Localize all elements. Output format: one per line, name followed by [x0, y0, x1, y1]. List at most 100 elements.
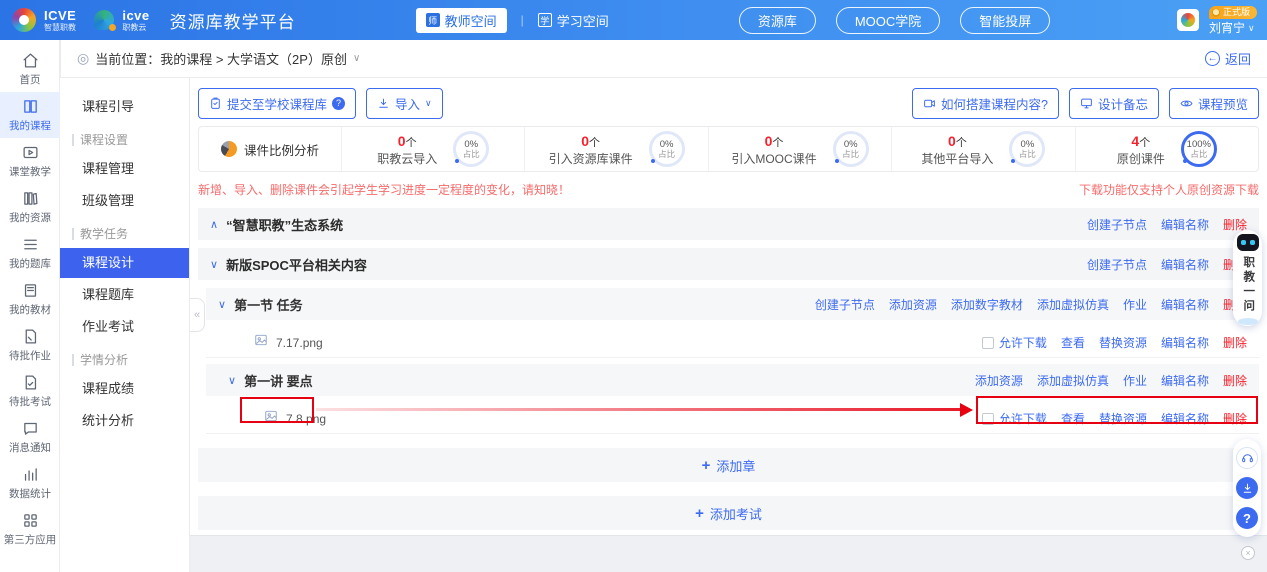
stat-cell-other-platform: 0个 其他平台导入 0% 占比: [891, 127, 1074, 171]
chevron-down-icon[interactable]: ∨: [210, 258, 218, 271]
create-child-node-link[interactable]: 创建子节点: [1087, 256, 1147, 273]
sidebar-item-statistics[interactable]: 数据统计: [0, 460, 60, 506]
add-virtual-simulation-link[interactable]: 添加虚拟仿真: [1037, 296, 1109, 313]
edit-name-link[interactable]: 编辑名称: [1161, 256, 1209, 273]
chevron-down-icon[interactable]: ∨: [218, 298, 226, 311]
add-chapter-row[interactable]: + 添加章: [198, 448, 1259, 482]
sidebar-item-my-resources[interactable]: 我的资源: [0, 184, 60, 230]
tree-row-resource: 7.17.png 允许下载 查看 替换资源 编辑名称 删除: [206, 328, 1259, 358]
zjy-leaf-logo-icon: [94, 10, 114, 30]
create-child-node-link[interactable]: 创建子节点: [815, 296, 875, 313]
edit-name-link[interactable]: 编辑名称: [1161, 410, 1209, 427]
submenu-course-question-bank[interactable]: 课程题库: [60, 280, 189, 310]
student-space-label: 学习空间: [557, 11, 609, 30]
edit-name-link[interactable]: 编辑名称: [1161, 372, 1209, 389]
floating-action-stack: ?: [1233, 439, 1261, 537]
student-space-tab[interactable]: 学 学习空间: [538, 11, 609, 30]
add-resource-link[interactable]: 添加资源: [889, 296, 937, 313]
chevron-down-icon[interactable]: ∨: [228, 374, 236, 387]
homework-link[interactable]: 作业: [1123, 372, 1147, 389]
chevron-down-icon[interactable]: ∨: [353, 53, 360, 64]
add-resource-link[interactable]: 添加资源: [975, 372, 1023, 389]
image-file-icon: [254, 333, 268, 352]
stat-cell-mooc: 0个 引入MOOC课件 0% 占比: [708, 127, 891, 171]
stats-analysis-label: 课件比例分析: [244, 140, 319, 159]
download-center-button[interactable]: [1236, 477, 1258, 499]
chapter-title: “智慧职教”生态系统: [226, 215, 343, 234]
sidebar-item-pending-homework[interactable]: 待批作业: [0, 322, 60, 368]
assistant-widget[interactable]: 职教一问: [1233, 230, 1262, 326]
edit-name-link[interactable]: 编辑名称: [1161, 216, 1209, 233]
how-to-build-content-button[interactable]: 如何搭建课程内容?: [912, 88, 1059, 119]
import-dropdown-button[interactable]: 导入 ∨: [366, 88, 443, 119]
submit-to-school-library-button[interactable]: 提交至学校课程库 ?: [198, 88, 356, 119]
edition-badge: 正式版: [1209, 6, 1257, 19]
back-button[interactable]: ← 返回: [1205, 49, 1251, 68]
view-link[interactable]: 查看: [1061, 334, 1085, 351]
design-memo-button[interactable]: 设计备忘: [1069, 88, 1159, 119]
cloud-decoration-icon: [1238, 318, 1258, 325]
subsection-title: 第一讲 要点: [244, 371, 313, 390]
brand-secondary-sub: 职教云: [122, 24, 149, 32]
tree-row-chapter: ∧ “智慧职教”生态系统 创建子节点 编辑名称 删除: [198, 208, 1259, 240]
question-bank-icon: [22, 236, 39, 253]
chevron-up-icon[interactable]: ∧: [210, 218, 218, 231]
tree-row-subsection: ∨ 第一讲 要点 添加资源 添加虚拟仿真 作业 编辑名称 删除: [206, 364, 1259, 396]
sidebar-item-classroom-teaching[interactable]: 课堂教学: [0, 138, 60, 184]
submenu-course-management[interactable]: 课程管理: [60, 154, 189, 184]
submenu-homework-exams[interactable]: 作业考试: [60, 312, 189, 342]
location-pin-icon: ◎: [77, 50, 89, 67]
customer-service-button[interactable]: [1236, 447, 1258, 469]
delete-link[interactable]: 删除: [1223, 410, 1247, 427]
submenu-group-course-settings: 课程设置: [60, 126, 189, 154]
delete-link[interactable]: 删除: [1223, 334, 1247, 351]
allow-download-checkbox[interactable]: 允许下载: [982, 334, 1047, 351]
footer-strip: [190, 535, 1267, 572]
edit-name-link[interactable]: 编辑名称: [1161, 334, 1209, 351]
sidebar-item-notifications[interactable]: 消息通知: [0, 414, 60, 460]
submenu-course-guide[interactable]: 课程引导: [60, 92, 189, 122]
percent-ring: 0% 占比: [649, 131, 685, 167]
avatar[interactable]: [1177, 9, 1199, 31]
replace-resource-link[interactable]: 替换资源: [1099, 334, 1147, 351]
sidebar-item-question-bank[interactable]: 我的题库: [0, 230, 60, 276]
add-exam-row[interactable]: + 添加考试: [198, 496, 1259, 530]
sidebar-item-pending-exams[interactable]: 待批考试: [0, 368, 60, 414]
view-link[interactable]: 查看: [1061, 410, 1085, 427]
sidebar-item-textbooks[interactable]: 我的教材: [0, 276, 60, 322]
user-menu[interactable]: 刘宵宁 ∨: [1209, 22, 1255, 34]
teacher-space-tab[interactable]: 师 教师空间: [416, 8, 507, 33]
monitor-icon: [1080, 97, 1093, 110]
stat-cell-resource-lib: 0个 引入资源库课件 0% 占比: [524, 127, 707, 171]
replace-resource-link[interactable]: 替换资源: [1099, 410, 1147, 427]
mooc-college-button[interactable]: MOOC学院: [836, 7, 940, 34]
create-child-node-link[interactable]: 创建子节点: [1087, 216, 1147, 233]
help-tooltip-icon[interactable]: ?: [332, 97, 345, 110]
add-virtual-simulation-link[interactable]: 添加虚拟仿真: [1037, 372, 1109, 389]
submenu-course-grades[interactable]: 课程成绩: [60, 374, 189, 404]
help-button[interactable]: ?: [1236, 507, 1258, 529]
resource-library-button[interactable]: 资源库: [739, 7, 816, 34]
breadcrumb[interactable]: 我的课程 > 大学语文（2P）原创: [160, 49, 347, 68]
homework-link[interactable]: 作业: [1123, 296, 1147, 313]
smart-cast-button[interactable]: 智能投屏: [960, 7, 1050, 34]
edit-name-link[interactable]: 编辑名称: [1161, 296, 1209, 313]
tree-row-resource-highlighted: 7.8.png 允许下载 查看 替换资源 编辑名称 删除: [206, 404, 1259, 434]
add-digital-textbook-link[interactable]: 添加数字教材: [951, 296, 1023, 313]
home-icon: [22, 52, 39, 69]
submenu-course-design[interactable]: 课程设计: [60, 248, 189, 278]
submenu-class-management[interactable]: 班级管理: [60, 186, 189, 216]
student-space-icon: 学: [538, 13, 552, 27]
sidebar-item-my-courses[interactable]: 我的课程: [0, 92, 60, 138]
username-label: 刘宵宁: [1209, 22, 1245, 34]
delete-link[interactable]: 删除: [1223, 372, 1247, 389]
avatar-logo-icon: [1181, 13, 1195, 27]
sidebar-collapse-button[interactable]: «: [190, 298, 205, 332]
course-preview-button[interactable]: 课程预览: [1169, 88, 1259, 119]
sidebar-item-third-party-apps[interactable]: 第三方应用: [0, 506, 60, 552]
sidebar-item-home[interactable]: 首页: [0, 46, 60, 92]
submenu-statistical-analysis[interactable]: 统计分析: [60, 406, 189, 436]
allow-download-checkbox[interactable]: 允许下载: [982, 410, 1047, 427]
close-floating-button[interactable]: ×: [1241, 546, 1255, 560]
clipboard-icon: [209, 97, 222, 110]
